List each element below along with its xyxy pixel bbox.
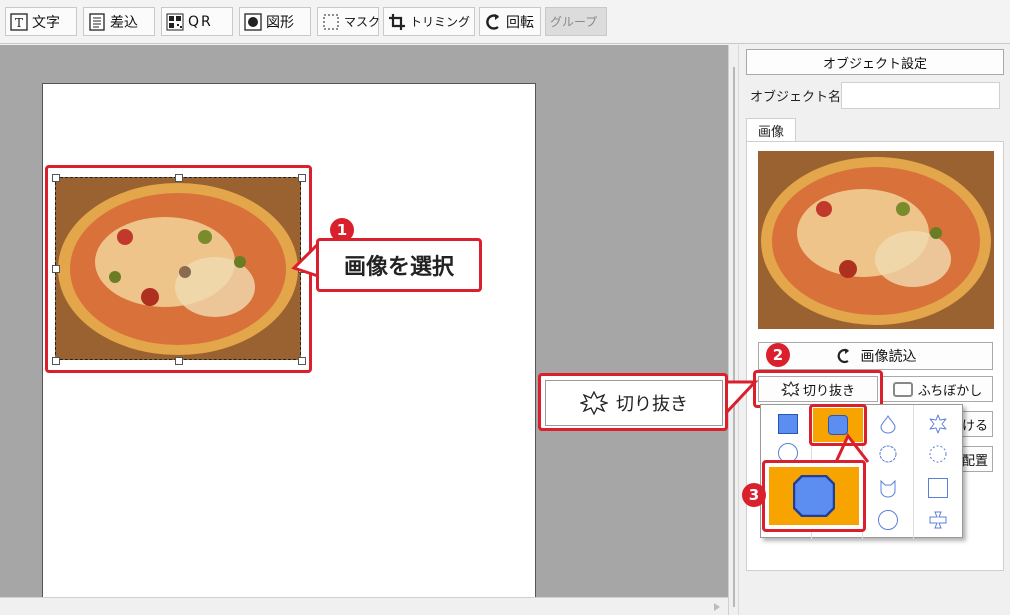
load-image-button[interactable]: 画像読込: [758, 342, 993, 370]
octagon-shape-icon: [793, 475, 835, 517]
edge-blur-button[interactable]: ふちぼかし: [882, 376, 993, 402]
step1-label: 画像を選択: [316, 238, 482, 292]
toolbar: T 文字 差込 QR 図形 マスク トリミング 回転 グループ: [0, 0, 1010, 44]
cat-face-icon: [880, 479, 896, 498]
crop-button-label: トリミング: [410, 15, 471, 29]
shape-circle-option-2[interactable]: [876, 508, 900, 532]
svg-text:T: T: [15, 16, 23, 30]
mask-button-label: マスク: [344, 15, 381, 29]
filled-square-icon: [778, 414, 798, 434]
text-button-label: 文字: [32, 14, 60, 31]
rotate-icon: [484, 13, 502, 31]
qr-code-icon: [166, 13, 184, 31]
shape-outline-square-option[interactable]: [926, 476, 950, 500]
panel-title: オブジェクト設定: [746, 49, 1004, 75]
mask-button[interactable]: マスク: [317, 7, 381, 36]
object-name-label: オブジェクト名: [750, 90, 842, 105]
flower-icon: [929, 414, 947, 434]
image-preview: [758, 151, 994, 329]
scroll-right-icon[interactable]: [713, 602, 721, 612]
shape-icon: [244, 12, 262, 31]
tab-image[interactable]: 画像: [746, 118, 796, 142]
merge-document-icon: [88, 12, 106, 31]
shape-cross-option[interactable]: [926, 508, 950, 532]
cutout-callout-pointer: [723, 380, 759, 416]
shape-teardrop-option[interactable]: [876, 412, 900, 436]
merge-button-label: 差込: [110, 14, 138, 31]
shape-flower-option[interactable]: [926, 412, 950, 436]
crop-button[interactable]: トリミング: [383, 7, 475, 36]
group-button-label: グループ: [550, 15, 598, 29]
rotate-icon: [835, 347, 853, 365]
text-frame-icon: T: [10, 12, 28, 31]
teardrop-icon: [880, 415, 896, 434]
cutout-callout-label: 切り抜き: [616, 394, 688, 415]
shape-button-label: 図形: [266, 14, 294, 31]
group-button[interactable]: グループ: [545, 7, 607, 36]
rounded-rect-icon: [892, 381, 913, 397]
pizza-preview-picture: [758, 151, 994, 329]
qr-button-label: QR: [188, 13, 213, 30]
shape-cat-option[interactable]: [876, 476, 900, 500]
crop-icon: [388, 13, 406, 31]
step3-option-highlight: [809, 404, 867, 446]
object-name-field[interactable]: [841, 82, 1000, 109]
step2-number: 2: [766, 343, 790, 367]
shape-square-option[interactable]: [776, 412, 800, 436]
step2-highlight: [753, 370, 883, 408]
load-image-label: 画像読込: [860, 349, 917, 365]
cross-wave-icon: [929, 511, 947, 529]
text-button[interactable]: T 文字: [5, 7, 77, 36]
horizontal-scrollbar[interactable]: [0, 597, 736, 615]
panel-splitter[interactable]: [728, 45, 738, 615]
starburst-icon: [580, 391, 608, 415]
scallop-circle-icon: [879, 445, 897, 463]
merge-button[interactable]: 差込: [83, 7, 155, 36]
circle-icon: [878, 510, 898, 530]
mask-icon: [322, 13, 340, 31]
step3-number: 3: [742, 483, 766, 507]
rotate-button[interactable]: 回転: [479, 7, 541, 36]
shape-scallop-option[interactable]: [876, 442, 900, 466]
rotate-button-label: 回転: [506, 14, 534, 31]
shape-gear-option[interactable]: [926, 442, 950, 466]
cutout-callout: 切り抜き: [538, 373, 728, 431]
edge-blur-label: ふちぼかし: [917, 383, 983, 399]
outline-square-icon: [928, 478, 948, 498]
step1-highlight: [45, 165, 312, 373]
shape-button[interactable]: 図形: [239, 7, 311, 36]
gear-circle-icon: [929, 445, 947, 463]
qr-button[interactable]: QR: [161, 7, 233, 36]
step3-zoom-box: [762, 460, 866, 532]
